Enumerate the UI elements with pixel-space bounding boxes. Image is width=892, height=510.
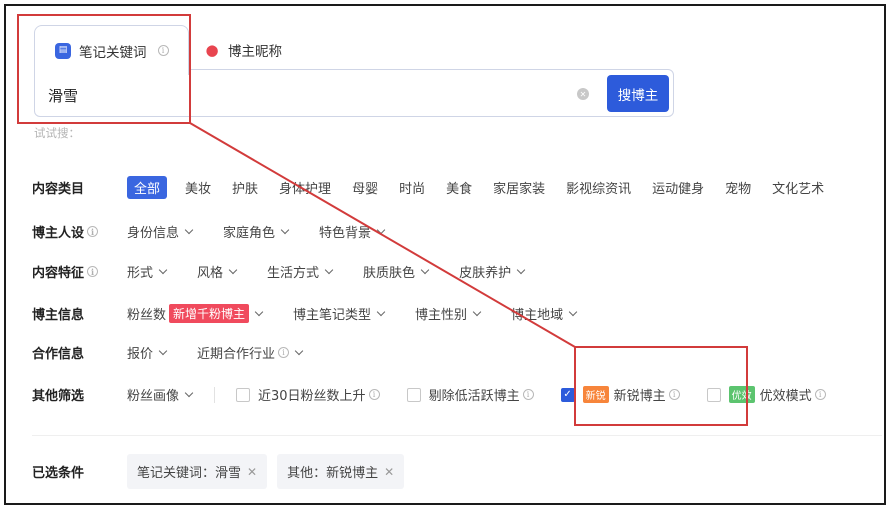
row-label: 合作信息 bbox=[32, 347, 85, 362]
category-option-all[interactable]: 全部 bbox=[127, 176, 168, 199]
try-search-label: 试试搜： bbox=[34, 126, 80, 140]
info-icon[interactable]: i bbox=[368, 389, 380, 400]
category-option[interactable]: 护肤 bbox=[232, 178, 258, 197]
row-label: 内容类目 bbox=[32, 182, 85, 197]
dropdown-price[interactable]: 报价 bbox=[127, 343, 168, 362]
dropdown-note-type[interactable]: 博主笔记类型 bbox=[293, 304, 386, 323]
dropdown-gender[interactable]: 博主性别 bbox=[415, 304, 482, 323]
info-icon[interactable]: i bbox=[87, 266, 99, 277]
close-icon[interactable]: ✕ bbox=[247, 465, 257, 479]
checkbox-fans-rising[interactable]: 近30日粉丝数上升 i bbox=[236, 385, 380, 404]
annotation-box-rising bbox=[574, 346, 748, 426]
chevron-down-icon bbox=[324, 265, 334, 274]
checkbox-box[interactable] bbox=[236, 387, 251, 402]
category-option[interactable]: 时尚 bbox=[399, 178, 425, 197]
persona-row: 博主人设 i 身份信息 家庭角色 特色背景 bbox=[32, 222, 415, 241]
dropdown-style[interactable]: 风格 bbox=[197, 262, 238, 281]
chevron-down-icon bbox=[158, 265, 168, 274]
category-option[interactable]: 宠物 bbox=[725, 178, 751, 197]
dropdown-family-role[interactable]: 家庭角色 bbox=[223, 222, 290, 241]
row-label: 内容特征 i bbox=[32, 262, 127, 281]
dropdown-form[interactable]: 形式 bbox=[127, 262, 168, 281]
category-option[interactable]: 运动健身 bbox=[652, 178, 704, 197]
person-icon: ● bbox=[205, 40, 219, 59]
content-features-row: 内容特征 i 形式 风格 生活方式 肤质肤色 皮肤养护 bbox=[32, 262, 555, 281]
checkmark-icon[interactable]: ✓ bbox=[560, 387, 575, 402]
dropdown-special-background[interactable]: 特色背景 bbox=[319, 222, 386, 241]
category-option[interactable]: 文化艺术 bbox=[772, 178, 824, 197]
info-icon[interactable]: i bbox=[814, 389, 826, 400]
info-icon[interactable]: i bbox=[278, 347, 290, 358]
chevron-down-icon bbox=[254, 307, 264, 316]
selected-chip-other: 其他：新锐博主 ✕ bbox=[277, 454, 405, 489]
info-icon[interactable]: i bbox=[522, 389, 534, 400]
dropdown-lifestyle[interactable]: 生活方式 bbox=[267, 262, 334, 281]
chevron-down-icon bbox=[376, 307, 386, 316]
chevron-down-icon bbox=[568, 307, 578, 316]
category-option[interactable]: 母婴 bbox=[352, 178, 378, 197]
annotation-box-keyword bbox=[17, 14, 191, 124]
section-divider bbox=[32, 435, 882, 436]
search-blogger-button[interactable]: 搜博主 bbox=[607, 75, 669, 112]
chevron-down-icon bbox=[184, 225, 194, 234]
dropdown-skin-care[interactable]: 皮肤养护 bbox=[459, 262, 526, 281]
category-option[interactable]: 家居家装 bbox=[493, 178, 545, 197]
info-icon[interactable]: i bbox=[87, 226, 99, 237]
category-option[interactable]: 影视综资讯 bbox=[566, 178, 631, 197]
category-option[interactable]: 美食 bbox=[446, 178, 472, 197]
tab-blogger-nickname[interactable]: ● 博主昵称 bbox=[204, 25, 282, 75]
cooperation-row: 合作信息 报价 近期合作行业 i bbox=[32, 343, 333, 362]
chevron-down-icon bbox=[420, 265, 430, 274]
dropdown-recent-industry[interactable]: 近期合作行业 i bbox=[197, 343, 304, 362]
category-option[interactable]: 美妆 bbox=[185, 178, 211, 197]
chevron-down-icon bbox=[376, 225, 386, 234]
content-category-row: 内容类目 全部 美妆 护肤 身体护理 母婴 时尚 美食 家居家装 影视综资讯 运… bbox=[32, 176, 845, 199]
chevron-down-icon bbox=[472, 307, 482, 316]
dropdown-skin-type[interactable]: 肤质肤色 bbox=[363, 262, 430, 281]
tab-blogger-nickname-label: 博主昵称 bbox=[228, 44, 282, 60]
dropdown-fans[interactable]: 粉丝数 新增千粉博主 bbox=[127, 304, 264, 323]
chevron-down-icon bbox=[184, 388, 194, 397]
selected-conditions-row: 已选条件 笔记关键词：滑雪 ✕ 其他：新锐博主 ✕ bbox=[32, 454, 414, 489]
blogger-info-row: 博主信息 粉丝数 新增千粉博主 博主笔记类型 博主性别 博主地域 bbox=[32, 304, 607, 323]
chevron-down-icon bbox=[280, 225, 290, 234]
divider bbox=[214, 386, 216, 403]
close-icon[interactable]: ✕ bbox=[384, 465, 394, 479]
dropdown-fan-profile[interactable]: 粉丝画像 bbox=[127, 385, 194, 404]
dropdown-region[interactable]: 博主地域 bbox=[511, 304, 578, 323]
chevron-down-icon bbox=[158, 346, 168, 355]
clear-icon[interactable]: ✕ bbox=[577, 88, 589, 100]
chevron-down-icon bbox=[294, 346, 304, 355]
row-label: 已选条件 bbox=[32, 466, 85, 481]
row-label: 博主人设 i bbox=[32, 222, 127, 241]
row-label: 博主信息 bbox=[32, 308, 85, 323]
checkbox-exclude-inactive[interactable]: 剔除低活跃博主 i bbox=[406, 385, 534, 404]
checkbox-box[interactable] bbox=[406, 387, 421, 402]
new-fans-badge: 新增千粉博主 bbox=[169, 304, 250, 323]
chevron-down-icon bbox=[516, 265, 526, 274]
row-label: 其他筛选 bbox=[32, 389, 85, 404]
category-option[interactable]: 身体护理 bbox=[279, 178, 331, 197]
selected-chip-keyword: 笔记关键词：滑雪 ✕ bbox=[127, 454, 268, 489]
dropdown-identity[interactable]: 身份信息 bbox=[127, 222, 194, 241]
chevron-down-icon bbox=[228, 265, 238, 274]
